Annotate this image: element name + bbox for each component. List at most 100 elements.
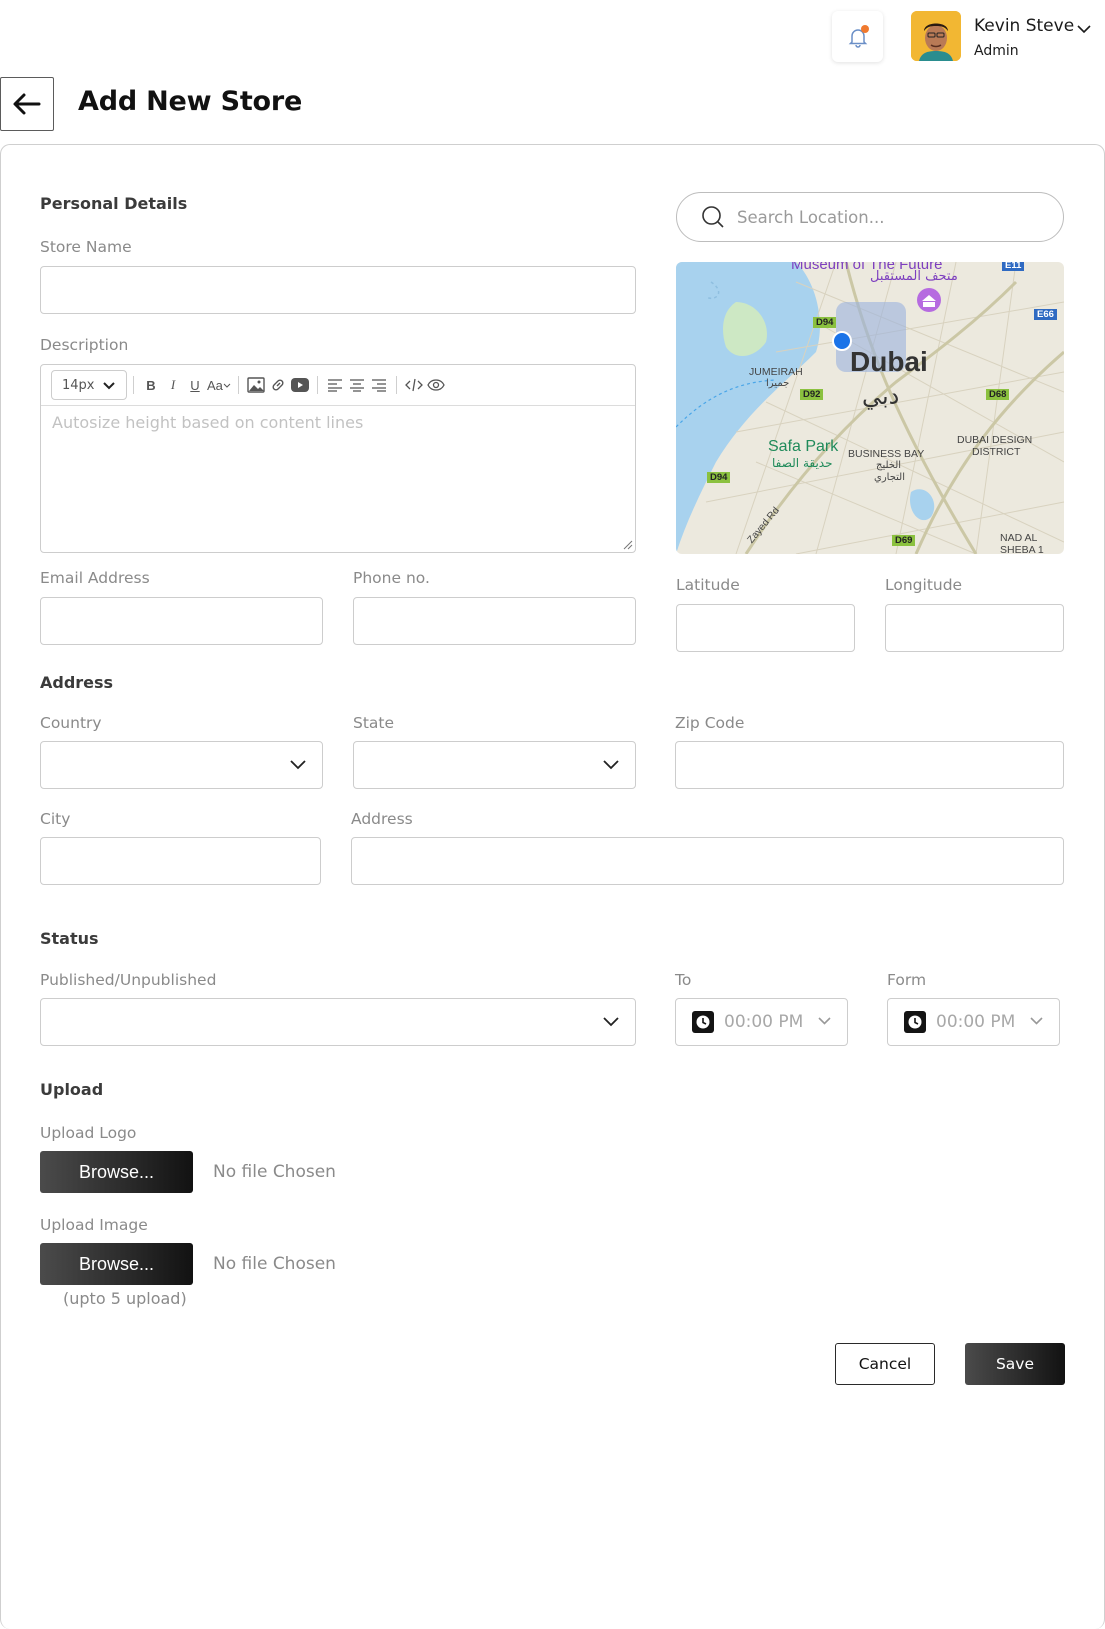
location-map[interactable]: Museum of The Future متحف المستقبل Dubai… xyxy=(676,262,1064,554)
eye-icon[interactable] xyxy=(426,374,446,396)
map-label-dubai: Dubai xyxy=(850,346,928,377)
description-editor[interactable]: 14px B I U Aa Autosize height based on c… xyxy=(40,364,636,553)
road-e66-shield: E66 xyxy=(1034,309,1057,320)
map-label-safa-park-ar: حديقة الصفا xyxy=(772,456,833,470)
bold-icon[interactable]: B xyxy=(141,374,161,396)
road-d69-shield: D69 xyxy=(892,535,916,546)
email-input[interactable] xyxy=(40,597,323,645)
chevron-down-icon xyxy=(290,760,306,770)
phone-input[interactable] xyxy=(353,597,636,645)
video-icon[interactable] xyxy=(290,374,310,396)
clock-icon xyxy=(692,1011,714,1033)
font-size-value: 14px xyxy=(62,377,95,393)
form-time-value: 00:00 PM xyxy=(936,1012,1016,1032)
link-icon[interactable] xyxy=(268,374,288,396)
text-case-label: Aa xyxy=(207,377,223,393)
clock-icon xyxy=(904,1011,926,1033)
code-icon[interactable] xyxy=(404,374,424,396)
phone-label: Phone no. xyxy=(353,569,430,587)
form-label: Form xyxy=(887,971,927,989)
chevron-down-icon xyxy=(818,1017,831,1025)
published-label: Published/Unpublished xyxy=(40,971,217,989)
chevron-down-icon xyxy=(603,1017,619,1027)
upload-image-label: Upload Image xyxy=(40,1216,148,1234)
state-label: State xyxy=(353,714,395,732)
map-label-safa-park: Safa Park xyxy=(768,438,839,455)
road-d94-shield: D94 xyxy=(813,317,837,328)
map-label-jumeirah: JUMEIRAH xyxy=(749,366,803,378)
user-role: Admin xyxy=(974,43,1019,59)
chevron-down-icon xyxy=(103,382,115,390)
section-personal-details: Personal Details xyxy=(40,194,188,213)
font-size-select[interactable]: 14px xyxy=(51,370,127,400)
map-label-business-bay-ar2: التجاري xyxy=(874,472,906,483)
page-title: Add New Store xyxy=(78,86,303,117)
map-label-jumeirah-ar: جميرا xyxy=(766,378,790,389)
address-label: Address xyxy=(351,810,413,828)
road-d94-shield-2: D94 xyxy=(707,472,731,483)
browse-logo-button[interactable]: Browse... xyxy=(40,1151,193,1193)
editor-toolbar: 14px B I U Aa xyxy=(41,365,635,406)
align-center-icon[interactable] xyxy=(347,374,367,396)
underline-icon[interactable]: U xyxy=(185,374,205,396)
map-label-business-bay: BUSINESS BAY xyxy=(848,448,925,460)
align-right-icon[interactable] xyxy=(369,374,389,396)
map-label-museum-ar: متحف المستقبل xyxy=(870,269,958,284)
zip-input[interactable] xyxy=(675,741,1064,789)
published-select[interactable] xyxy=(40,998,636,1046)
align-left-icon[interactable] xyxy=(325,374,345,396)
search-placeholder: Search Location... xyxy=(737,207,885,227)
upload-limit-hint: (upto 5 upload) xyxy=(63,1289,187,1308)
resize-handle-icon[interactable] xyxy=(623,540,633,550)
notification-dot xyxy=(861,25,869,33)
to-time-value: 00:00 PM xyxy=(724,1012,804,1032)
city-input[interactable] xyxy=(40,837,321,885)
description-label: Description xyxy=(40,336,129,354)
country-select[interactable] xyxy=(40,741,323,789)
map-label-dubai-ar: دبي xyxy=(862,382,900,410)
longitude-input[interactable] xyxy=(885,604,1064,652)
map-label-nad-al-sheba-2: SHEBA 1 xyxy=(1000,544,1044,554)
image-icon[interactable] xyxy=(246,374,266,396)
chevron-down-icon xyxy=(1030,1017,1043,1025)
form-time-select[interactable]: 00:00 PM xyxy=(887,998,1060,1046)
city-label: City xyxy=(40,810,71,828)
country-label: Country xyxy=(40,714,102,732)
arrow-left-icon xyxy=(13,93,41,115)
browse-image-button[interactable]: Browse... xyxy=(40,1243,193,1285)
road-d68-shield: D68 xyxy=(986,389,1010,400)
zip-label: Zip Code xyxy=(675,714,745,732)
cancel-button[interactable]: Cancel xyxy=(835,1343,935,1385)
user-name: Kevin Steve xyxy=(974,16,1075,36)
logo-file-status: No file Chosen xyxy=(213,1162,336,1182)
state-select[interactable] xyxy=(353,741,636,789)
to-time-select[interactable]: 00:00 PM xyxy=(675,998,848,1046)
store-name-input[interactable] xyxy=(40,266,636,314)
search-icon xyxy=(702,206,724,228)
image-file-status: No file Chosen xyxy=(213,1254,336,1274)
back-button[interactable] xyxy=(0,77,54,131)
map-label-business-bay-ar1: الخليج xyxy=(876,460,902,471)
section-status: Status xyxy=(40,929,99,948)
store-name-label: Store Name xyxy=(40,238,132,256)
email-label: Email Address xyxy=(40,569,150,587)
road-d92-shield: D92 xyxy=(800,389,824,400)
save-button[interactable]: Save xyxy=(965,1343,1065,1385)
longitude-label: Longitude xyxy=(885,576,963,594)
user-menu-chevron-icon[interactable] xyxy=(1075,20,1093,42)
address-input[interactable] xyxy=(351,837,1064,885)
location-search-input[interactable]: Search Location... xyxy=(676,192,1064,242)
latitude-label: Latitude xyxy=(676,576,740,594)
map-label-design-district-1: DUBAI DESIGN xyxy=(957,434,1033,446)
map-label-nad-al-sheba-1: NAD AL xyxy=(1000,532,1038,544)
to-label: To xyxy=(675,971,692,989)
latitude-input[interactable] xyxy=(676,604,855,652)
description-placeholder: Autosize height based on content lines xyxy=(52,413,364,432)
avatar[interactable] xyxy=(911,11,961,61)
notification-button[interactable] xyxy=(832,11,883,62)
map-label-design-district-2: DISTRICT xyxy=(972,446,1021,458)
upload-logo-label: Upload Logo xyxy=(40,1124,137,1142)
section-address: Address xyxy=(40,673,114,692)
text-case-icon[interactable]: Aa xyxy=(207,374,231,396)
italic-icon[interactable]: I xyxy=(163,374,183,396)
